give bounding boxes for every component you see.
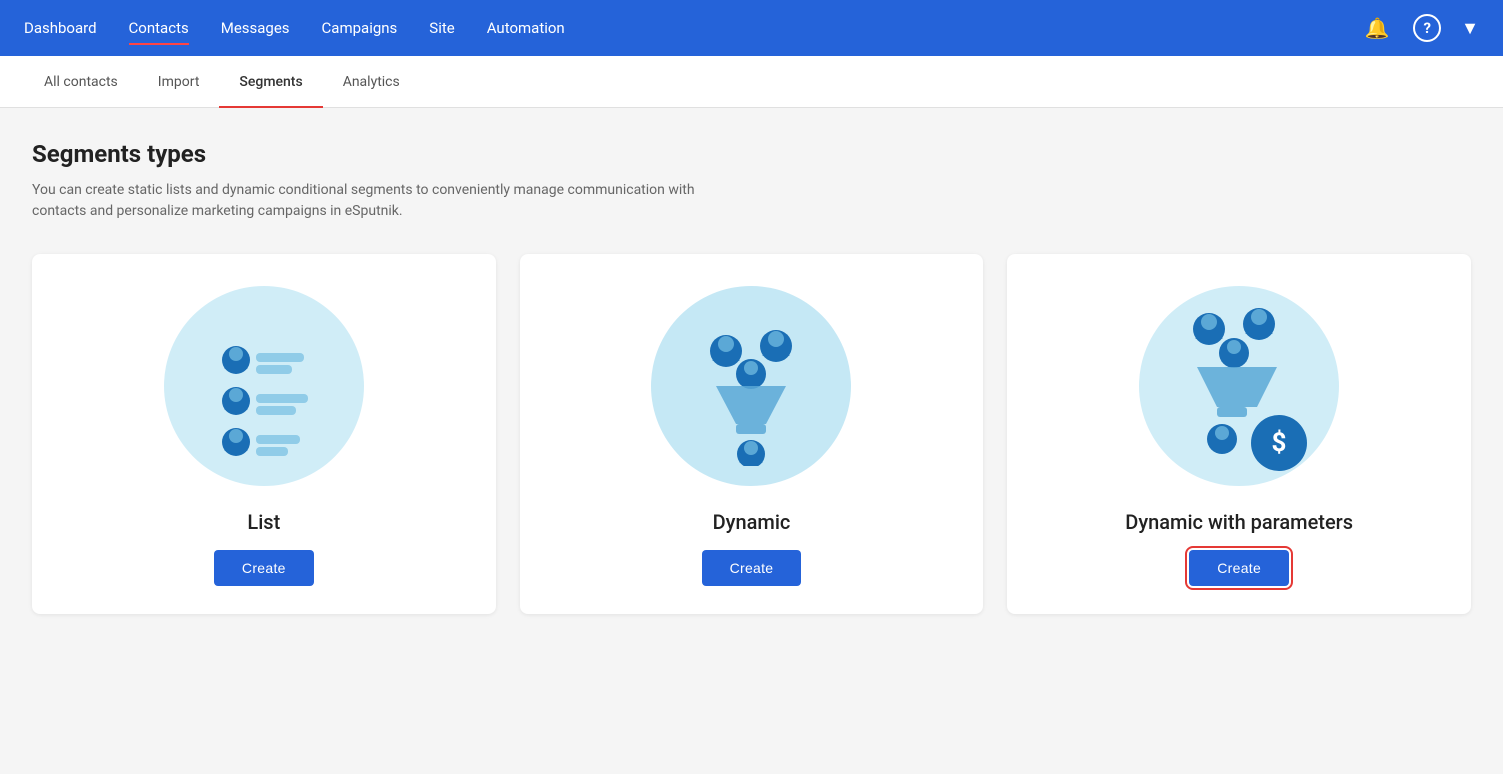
create-list-button[interactable]: Create	[214, 550, 314, 586]
nav-messages[interactable]: Messages	[221, 15, 290, 41]
card-dynamic-label: Dynamic	[713, 510, 791, 534]
cards-grid: List Create	[32, 254, 1471, 614]
dynamic-params-illustration: $	[1139, 286, 1339, 486]
nav-dashboard[interactable]: Dashboard	[24, 15, 97, 41]
nav-links: Dashboard Contacts Messages Campaigns Si…	[24, 15, 565, 41]
help-icon[interactable]: ?	[1413, 14, 1441, 42]
nav-campaigns[interactable]: Campaigns	[322, 15, 398, 41]
nav-contacts[interactable]: Contacts	[129, 15, 189, 41]
account-dropdown-icon[interactable]: ▼	[1461, 18, 1479, 39]
create-dynamic-button[interactable]: Create	[702, 550, 802, 586]
card-dynamic-params: $ Dynamic with parameters Create	[1007, 254, 1471, 614]
nav-right-icons: 🔔 ? ▼	[1361, 12, 1479, 44]
page-description: You can create static lists and dynamic …	[32, 180, 732, 222]
subnav-segments[interactable]: Segments	[219, 56, 322, 108]
page-title: Segments types	[32, 140, 1471, 168]
list-illustration	[164, 286, 364, 486]
main-content: Segments types You can create static lis…	[0, 108, 1503, 774]
dynamic-illustration	[651, 286, 851, 486]
top-nav: Dashboard Contacts Messages Campaigns Si…	[0, 0, 1503, 56]
nav-site[interactable]: Site	[429, 15, 454, 41]
nav-automation[interactable]: Automation	[487, 15, 565, 41]
card-dynamic-params-label: Dynamic with parameters	[1125, 510, 1353, 534]
notification-bell-icon[interactable]: 🔔	[1361, 12, 1393, 44]
card-dynamic: Dynamic Create	[520, 254, 984, 614]
subnav-all-contacts[interactable]: All contacts	[24, 56, 138, 108]
card-list-label: List	[247, 510, 280, 534]
sub-nav: All contacts Import Segments Analytics	[0, 56, 1503, 108]
card-list: List Create	[32, 254, 496, 614]
create-dynamic-params-button[interactable]: Create	[1189, 550, 1289, 586]
svg-text:$: $	[1272, 428, 1287, 458]
subnav-analytics[interactable]: Analytics	[323, 56, 420, 108]
subnav-import[interactable]: Import	[138, 56, 220, 108]
